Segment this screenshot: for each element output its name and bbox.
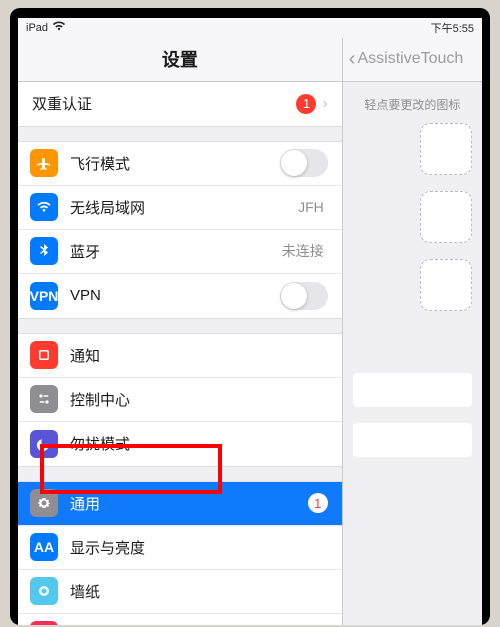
row-two-factor[interactable]: 双重认证 1 ›: [18, 82, 342, 126]
row-value: JFH: [298, 199, 324, 215]
option-bar[interactable]: [353, 423, 472, 457]
row-label: 墙纸: [70, 581, 328, 602]
status-left: iPad: [26, 21, 66, 34]
detail-back-label: AssistiveTouch: [357, 50, 463, 68]
control-center-icon: [30, 385, 58, 413]
wifi-icon: [52, 21, 66, 34]
badge: 1: [308, 493, 328, 513]
dnd-moon-icon: [30, 430, 58, 458]
screen: iPad 下午5:55 设置 双重认证 1 ›: [18, 18, 482, 625]
row-label: 通用: [70, 493, 308, 514]
row-vpn[interactable]: VPN VPN: [18, 274, 342, 318]
nav-title: 设置: [18, 38, 342, 82]
row-value: 未连接: [282, 241, 324, 261]
row-general[interactable]: 通用 1: [18, 482, 342, 526]
row-wifi[interactable]: 无线局域网 JFH: [18, 186, 342, 230]
settings-master: 设置 双重认证 1 › 飞: [18, 38, 343, 625]
row-wallpaper[interactable]: 墙纸: [18, 570, 342, 614]
row-control-center[interactable]: 控制中心: [18, 378, 342, 422]
notifications-icon: [30, 341, 58, 369]
row-label: 勿扰模式: [70, 433, 328, 454]
group-general: 通用 1 AA 显示与亮度 墙纸: [18, 481, 342, 625]
status-bar: iPad 下午5:55: [18, 18, 482, 38]
row-airplane[interactable]: 飞行模式: [18, 142, 342, 186]
split-view: 设置 双重认证 1 › 飞: [18, 38, 482, 625]
row-label: 双重认证: [32, 93, 296, 114]
row-label: 控制中心: [70, 389, 328, 410]
row-sound[interactable]: 声音: [18, 614, 342, 625]
group-appleid: 双重认证 1 ›: [18, 82, 342, 127]
detail-back[interactable]: ‹ AssistiveTouch: [343, 38, 482, 82]
group-network: 飞行模式 无线局域网 JFH: [18, 141, 342, 319]
chevron-right-icon: ›: [322, 95, 327, 113]
detail-pane: ‹ AssistiveTouch 轻点要更改的图标: [343, 38, 482, 625]
airplane-icon: [30, 149, 58, 177]
row-label: 无线局域网: [70, 197, 298, 218]
row-display[interactable]: AA 显示与亮度: [18, 526, 342, 570]
status-time: 下午5:55: [431, 20, 474, 36]
vpn-icon: VPN: [30, 282, 58, 310]
general-gear-icon: [30, 489, 58, 517]
device-frame: iPad 下午5:55 设置 双重认证 1 ›: [10, 8, 490, 625]
detail-body: [343, 113, 482, 467]
sound-icon: [30, 621, 58, 625]
airplane-switch[interactable]: [280, 149, 328, 177]
wallpaper-icon: [30, 577, 58, 605]
vpn-switch[interactable]: [280, 282, 328, 310]
row-label: VPN: [70, 287, 280, 304]
row-label: 显示与亮度: [70, 537, 328, 558]
detail-subtitle: 轻点要更改的图标: [343, 82, 482, 113]
chevron-left-icon: ‹: [349, 48, 356, 71]
badge: 1: [296, 94, 316, 114]
option-bar[interactable]: [353, 373, 472, 407]
custom-icon-slot[interactable]: [420, 191, 472, 243]
row-label: 飞行模式: [70, 153, 280, 174]
row-bluetooth[interactable]: 蓝牙 未连接: [18, 230, 342, 274]
display-icon: AA: [30, 533, 58, 561]
device-label: iPad: [26, 22, 48, 34]
wifi-settings-icon: [30, 193, 58, 221]
group-notify: 通知 控制中心 勿扰模式: [18, 333, 342, 467]
row-label: 通知: [70, 345, 328, 366]
row-notifications[interactable]: 通知: [18, 334, 342, 378]
bluetooth-icon: [30, 237, 58, 265]
settings-scroll[interactable]: 双重认证 1 › 飞行模式: [18, 82, 342, 625]
row-dnd[interactable]: 勿扰模式: [18, 422, 342, 466]
custom-icon-slot[interactable]: [420, 123, 472, 175]
custom-icon-slot[interactable]: [420, 259, 472, 311]
row-label: 蓝牙: [70, 241, 282, 262]
